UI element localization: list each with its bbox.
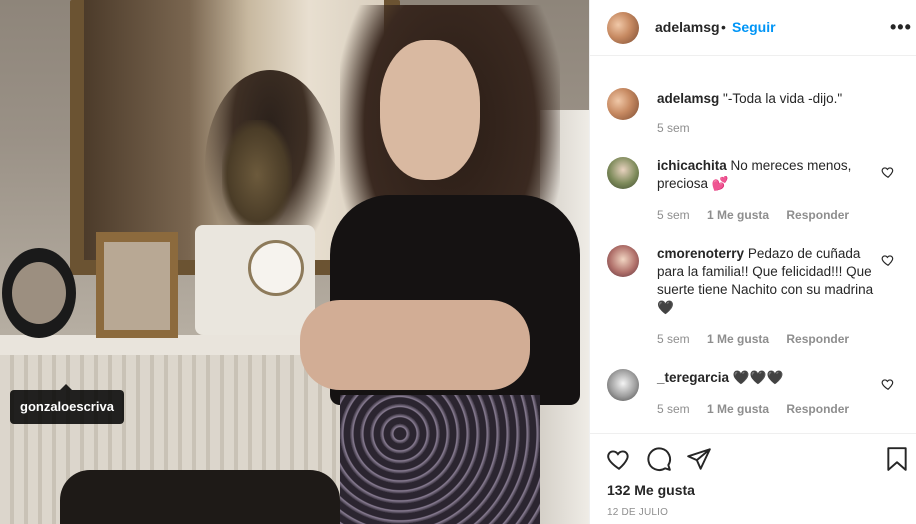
heart-icon[interactable] xyxy=(881,253,895,267)
comment-likes[interactable]: 1 Me gusta xyxy=(707,208,769,222)
caption-username[interactable]: adelamsg xyxy=(657,91,719,106)
share-icon[interactable] xyxy=(686,446,712,472)
reply-button[interactable]: Responder xyxy=(786,208,849,222)
comment-avatar[interactable] xyxy=(607,369,639,401)
comment-time[interactable]: 5 sem xyxy=(657,332,690,346)
caption-meta: 5 sem xyxy=(657,121,704,135)
comment-username[interactable]: cmorenoterry xyxy=(657,246,744,261)
post-photo[interactable]: gonzaloescriva xyxy=(0,0,589,524)
comment-meta: 5 sem 1 Me gusta Responder xyxy=(657,402,863,416)
comment-text-block: cmorenoterry Pedazo de cuñada para la fa… xyxy=(657,245,877,317)
comment-text: 🖤🖤🖤 xyxy=(732,370,784,385)
photo-statue xyxy=(222,120,292,230)
photo-person-face xyxy=(380,40,480,180)
heart-icon[interactable] xyxy=(881,377,895,391)
likes-count[interactable]: 132 Me gusta xyxy=(607,482,695,498)
photo-rect-frame-picture xyxy=(104,242,170,330)
user-tag[interactable]: gonzaloescriva xyxy=(10,384,124,424)
comment-avatar[interactable] xyxy=(607,245,639,277)
comment-text-block: ichicachita No mereces menos, preciosa 💕 xyxy=(657,157,877,193)
author-avatar[interactable] xyxy=(607,12,639,44)
comment-username[interactable]: _teregarcia xyxy=(657,370,729,385)
reply-button[interactable]: Responder xyxy=(786,332,849,346)
comment-avatar[interactable] xyxy=(607,157,639,189)
caption-time[interactable]: 5 sem xyxy=(657,121,690,135)
author-username[interactable]: adelamsg xyxy=(655,19,720,35)
photo-clock-face xyxy=(248,240,304,296)
more-horizontal-icon[interactable]: ••• xyxy=(890,17,912,38)
photo-person-skirt xyxy=(340,395,540,524)
photo-round-frame-picture xyxy=(12,262,66,324)
photo-person-arms xyxy=(300,300,530,390)
comment-likes[interactable]: 1 Me gusta xyxy=(707,332,769,346)
follow-button[interactable]: Seguir xyxy=(732,19,776,35)
post-sidebar: adelamsg • Seguir ••• adelamsg "-Toda la… xyxy=(589,0,916,524)
comment-time[interactable]: 5 sem xyxy=(657,402,690,416)
comment-meta: 5 sem 1 Me gusta Responder xyxy=(657,332,863,346)
header-separator: • xyxy=(721,19,726,35)
caption-avatar[interactable] xyxy=(607,88,639,120)
caption-text-block: adelamsg "-Toda la vida -dijo." xyxy=(657,90,877,108)
comment-likes[interactable]: 1 Me gusta xyxy=(707,402,769,416)
post-date[interactable]: 12 DE JULIO xyxy=(607,507,668,518)
photo-firebox xyxy=(60,470,340,524)
comment-username[interactable]: ichicachita xyxy=(657,158,727,173)
comment-time[interactable]: 5 sem xyxy=(657,208,690,222)
bookmark-icon[interactable] xyxy=(884,446,910,472)
post-actions: 132 Me gusta 12 DE JULIO xyxy=(590,433,916,524)
post-header: adelamsg • Seguir ••• xyxy=(590,0,916,56)
reply-button[interactable]: Responder xyxy=(786,402,849,416)
heart-icon[interactable] xyxy=(606,446,632,472)
comment-icon[interactable] xyxy=(646,446,672,472)
comment-meta: 5 sem 1 Me gusta Responder xyxy=(657,208,863,222)
comment-text-block: _teregarcia 🖤🖤🖤 xyxy=(657,369,877,387)
caption-text: "-Toda la vida -dijo." xyxy=(723,91,843,106)
heart-icon[interactable] xyxy=(881,165,895,179)
